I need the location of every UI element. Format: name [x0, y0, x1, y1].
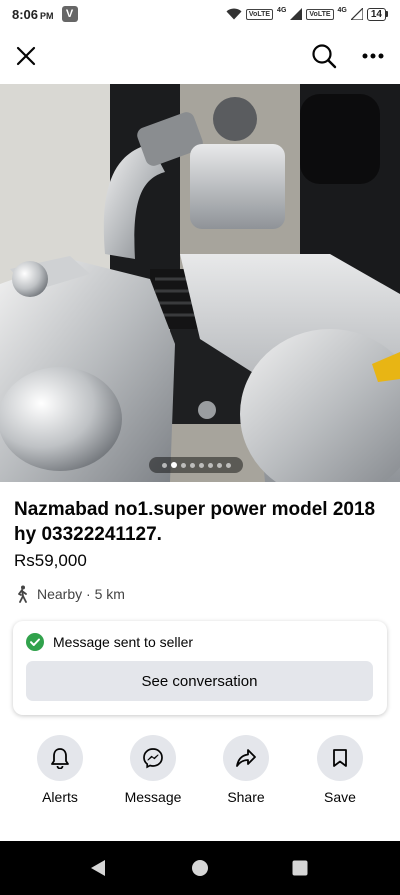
message-status-row: Message sent to seller: [26, 633, 193, 651]
message-status-text: Message sent to seller: [53, 634, 194, 650]
nav-recents-button[interactable]: [290, 858, 310, 878]
carousel-dot: [198, 462, 204, 468]
battery-level: 14: [366, 7, 386, 21]
message-sent-card: Message sent to seller See conversation: [13, 621, 387, 715]
check-circle-icon: [26, 633, 44, 651]
notification-app-icon: V: [61, 6, 78, 22]
carousel-dot: [216, 462, 222, 468]
see-conversation-button[interactable]: See conversation: [26, 661, 373, 701]
signal-icon: [290, 8, 303, 20]
more-options-button[interactable]: [353, 36, 393, 76]
back-triangle-icon: [91, 860, 105, 876]
volte-badge: VoLTE: [245, 8, 274, 20]
message-label: Message: [124, 789, 182, 805]
status-bar: 8:06 PM V VoLTE 4G VoLTE 4G 14: [0, 0, 400, 28]
listing-price: Rs59,000: [14, 551, 87, 570]
close-icon: [16, 46, 36, 66]
bell-icon: [51, 748, 69, 769]
listing-photo[interactable]: [0, 84, 400, 482]
carousel-dot: [225, 462, 231, 468]
save-circle: [317, 735, 363, 781]
carousel-dot: [161, 462, 167, 468]
network-type: 4G: [277, 6, 287, 14]
alerts-label: Alerts: [42, 789, 78, 805]
action-bar: Alerts Message Share Save: [0, 735, 400, 815]
alerts-circle: [37, 735, 83, 781]
listing-title: Nazmabad no1.super power model 2018 hy 0…: [14, 499, 376, 545]
home-circle-icon: [192, 860, 208, 876]
walking-person-icon: [12, 584, 32, 604]
status-indicators: VoLTE 4G VoLTE 4G 14: [226, 6, 388, 21]
nav-back-button[interactable]: [88, 858, 108, 878]
status-ampm: PM: [40, 10, 54, 21]
carousel-dots[interactable]: [149, 457, 243, 473]
carousel-dot-active: [170, 462, 177, 468]
wifi-icon: [226, 8, 242, 20]
volte-badge-2: VoLTE: [306, 8, 334, 20]
carousel-dot: [180, 462, 186, 468]
signal-icon-2: [350, 8, 363, 20]
location-text: Nearby · 5 km: [37, 586, 125, 602]
more-options-icon: [362, 53, 384, 59]
recents-square-icon: [292, 860, 308, 876]
listing-location: Nearby · 5 km: [12, 584, 125, 604]
share-label: Share: [227, 789, 265, 805]
engine-image: [0, 84, 400, 482]
message-button[interactable]: Message: [108, 735, 198, 805]
search-button[interactable]: [304, 36, 344, 76]
close-button[interactable]: [6, 36, 46, 76]
system-nav-bar: [0, 841, 400, 895]
top-header: [0, 28, 400, 84]
search-icon: [312, 44, 337, 69]
share-circle: [223, 735, 269, 781]
nav-home-button[interactable]: [190, 858, 210, 878]
battery-indicator: 14: [366, 7, 388, 21]
message-circle: [130, 735, 176, 781]
messenger-icon: [143, 748, 163, 769]
share-icon: [236, 749, 256, 767]
network-type-2: 4G: [337, 6, 347, 14]
status-time: 8:06: [12, 6, 39, 22]
save-label: Save: [324, 789, 356, 805]
carousel-dot: [207, 462, 213, 468]
carousel-dot: [189, 462, 195, 468]
alerts-button[interactable]: Alerts: [15, 735, 105, 805]
save-button[interactable]: Save: [295, 735, 385, 805]
share-button[interactable]: Share: [201, 735, 291, 805]
bookmark-icon: [333, 749, 347, 767]
